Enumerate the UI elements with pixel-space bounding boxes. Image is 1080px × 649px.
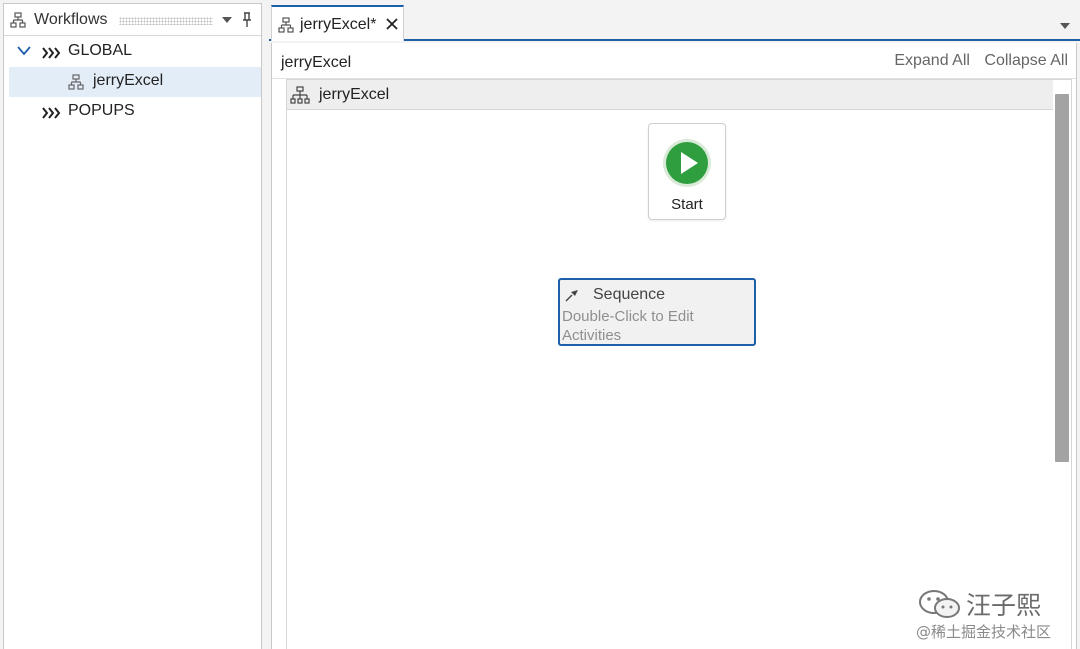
tree-item-popups[interactable]: POPUPS — [4, 97, 261, 127]
designer-header: jerryExcel — [287, 80, 1053, 110]
editor-body: jerryExcel Expand All Collapse All jerry… — [271, 43, 1077, 649]
watermark-name: 汪子熙 — [966, 591, 1042, 620]
workflow-icon — [10, 12, 26, 28]
workflow-editor: jerryExcel* jerryExcel Expand All Collap… — [269, 3, 1080, 649]
sequence-activity[interactable]: Sequence Double-Click to Edit Activities — [558, 278, 756, 346]
app-window: Workflows GLOBAL jerryExcel POPUPS jerry… — [0, 0, 1080, 649]
sequence-pin-icon — [565, 290, 578, 302]
workflows-panel: Workflows GLOBAL jerryExcel POPUPS — [3, 3, 262, 649]
pin-icon[interactable] — [241, 12, 253, 28]
tree-item-global[interactable]: GLOBAL — [4, 37, 261, 67]
tab-jerryexcel[interactable]: jerryExcel* — [271, 5, 404, 41]
workflow-designer-canvas[interactable]: jerryExcel Start Sequence Double-Click t… — [286, 79, 1072, 649]
workflows-tree: GLOBAL jerryExcel POPUPS — [4, 37, 261, 127]
vertical-scrollbar[interactable] — [1055, 94, 1069, 462]
sequence-hint: Double-Click to Edit Activities — [562, 308, 694, 344]
chevron-down-icon[interactable] — [17, 46, 31, 56]
breadcrumb[interactable]: jerryExcel — [281, 54, 351, 72]
panel-menu-dropdown-icon[interactable] — [222, 17, 232, 23]
hierarchy-icon — [290, 86, 310, 104]
tree-item-jerryexcel[interactable]: jerryExcel — [9, 67, 261, 97]
watermark: 汪子熙 @稀土掘金技术社区 — [916, 585, 1076, 645]
panel-drag-grip[interactable] — [119, 17, 213, 25]
double-chevron-icon — [42, 107, 61, 119]
collapse-all-link[interactable]: Collapse All — [984, 52, 1068, 69]
wechat-logo-icon — [919, 590, 960, 618]
sequence-title: Sequence — [593, 286, 666, 303]
watermark-subtitle: @稀土掘金技术社区 — [916, 623, 1052, 641]
workflow-icon — [68, 74, 84, 90]
expand-all-link[interactable]: Expand All — [894, 52, 970, 69]
tree-item-label: POPUPS — [68, 102, 135, 119]
play-icon — [663, 139, 711, 187]
start-label: Start — [671, 196, 703, 213]
double-chevron-icon — [42, 47, 61, 59]
workflows-panel-header: Workflows — [4, 4, 261, 36]
workflow-icon — [278, 17, 294, 33]
editor-tab-strip: jerryExcel* — [269, 3, 1080, 41]
start-node[interactable]: Start — [648, 123, 726, 220]
tree-item-label: GLOBAL — [68, 42, 133, 59]
tab-label: jerryExcel* — [300, 16, 377, 33]
designer-title: jerryExcel — [319, 86, 390, 103]
close-icon[interactable] — [386, 18, 398, 30]
tree-item-label: jerryExcel — [93, 72, 164, 89]
breadcrumb-bar: jerryExcel Expand All Collapse All — [272, 43, 1076, 79]
expand-collapse-actions: Expand All Collapse All — [884, 52, 1068, 70]
workflows-panel-title: Workflows — [34, 11, 108, 28]
tab-overflow-dropdown-icon[interactable] — [1060, 23, 1070, 29]
